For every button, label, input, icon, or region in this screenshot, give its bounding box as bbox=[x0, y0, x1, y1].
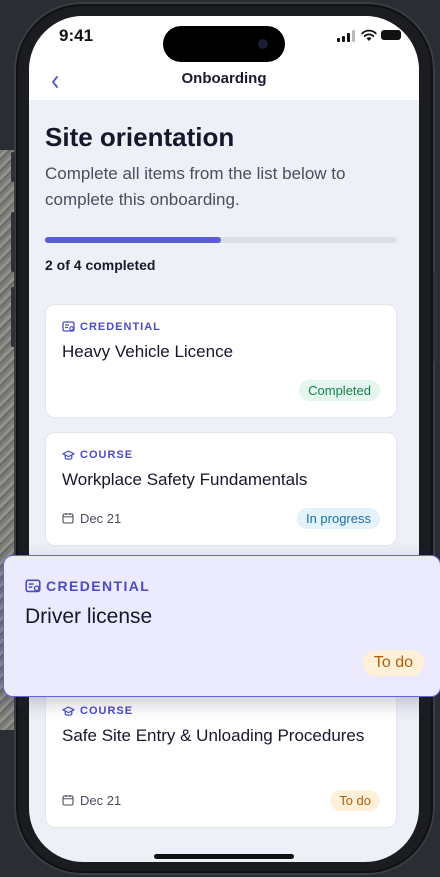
nav-title: Onboarding bbox=[181, 70, 267, 87]
status-badge: To do bbox=[362, 650, 424, 676]
item-type: COURSE bbox=[62, 705, 380, 717]
item-date-label: Dec 21 bbox=[80, 510, 122, 526]
item-type: CREDENTIAL bbox=[62, 321, 380, 333]
home-indicator bbox=[154, 854, 294, 859]
graduation-cap-icon bbox=[62, 449, 75, 460]
calendar-icon bbox=[62, 513, 74, 524]
calendar-icon bbox=[62, 795, 74, 806]
item-type: COURSE bbox=[62, 449, 380, 461]
item-title: Driver license bbox=[25, 605, 153, 628]
status-badge: Completed bbox=[299, 379, 380, 401]
onboarding-header: Site orientation Complete all items from… bbox=[45, 122, 397, 273]
progress-fill bbox=[45, 237, 221, 243]
item-title: Heavy Vehicle Licence bbox=[62, 342, 234, 361]
status-badge: To do bbox=[330, 789, 380, 811]
page-subtitle: Complete all items from the list below t… bbox=[45, 164, 346, 209]
progress-label: 2 of 4 completed bbox=[45, 257, 156, 273]
item-type-label: CREDENTIAL bbox=[46, 578, 151, 594]
item-type: CREDENTIAL bbox=[25, 578, 150, 594]
status-icons bbox=[337, 28, 401, 42]
dynamic-island bbox=[163, 26, 285, 62]
item-type-label: CREDENTIAL bbox=[80, 321, 161, 333]
graduation-cap-icon bbox=[62, 705, 75, 716]
battery-icon bbox=[381, 30, 401, 40]
onboarding-item-card[interactable]: COURSE Workplace Safety Fundamentals Dec… bbox=[45, 432, 397, 546]
item-type-label: COURSE bbox=[80, 449, 134, 461]
status-time: 9:41 bbox=[59, 26, 94, 45]
item-footer: Dec 21 To do bbox=[62, 789, 380, 811]
nav-bar: Onboarding bbox=[29, 66, 419, 100]
camera-icon bbox=[258, 39, 268, 49]
item-date: Dec 21 bbox=[62, 793, 121, 808]
status-badge: In progress bbox=[296, 507, 380, 529]
onboarding-item-card[interactable]: COURSE Safe Site Entry & Unloading Proce… bbox=[45, 688, 397, 828]
item-footer: Dec 21 In progress bbox=[62, 507, 380, 529]
wifi-icon bbox=[361, 29, 377, 41]
onboarding-item-card[interactable]: CREDENTIAL Heavy Vehicle Licence Complet… bbox=[45, 304, 397, 418]
item-footer: Completed bbox=[62, 379, 380, 401]
credential-icon bbox=[25, 579, 41, 592]
credential-icon bbox=[62, 321, 75, 332]
item-title: Workplace Safety Fundamentals bbox=[62, 470, 308, 489]
cellular-signal-icon bbox=[337, 30, 357, 42]
item-title: Safe Site Entry & Unloading Procedures bbox=[62, 726, 365, 745]
item-type-label: COURSE bbox=[80, 705, 134, 717]
item-date: Dec 21 bbox=[62, 511, 121, 526]
page-title: Site orientation bbox=[45, 122, 235, 152]
app-screen: 9:41 Onboarding Site orientation Complet… bbox=[29, 16, 419, 862]
dragging-item-card[interactable]: CREDENTIAL Driver license To do bbox=[3, 555, 440, 697]
progress-bar bbox=[45, 237, 397, 243]
item-date-label: Dec 21 bbox=[80, 792, 122, 808]
